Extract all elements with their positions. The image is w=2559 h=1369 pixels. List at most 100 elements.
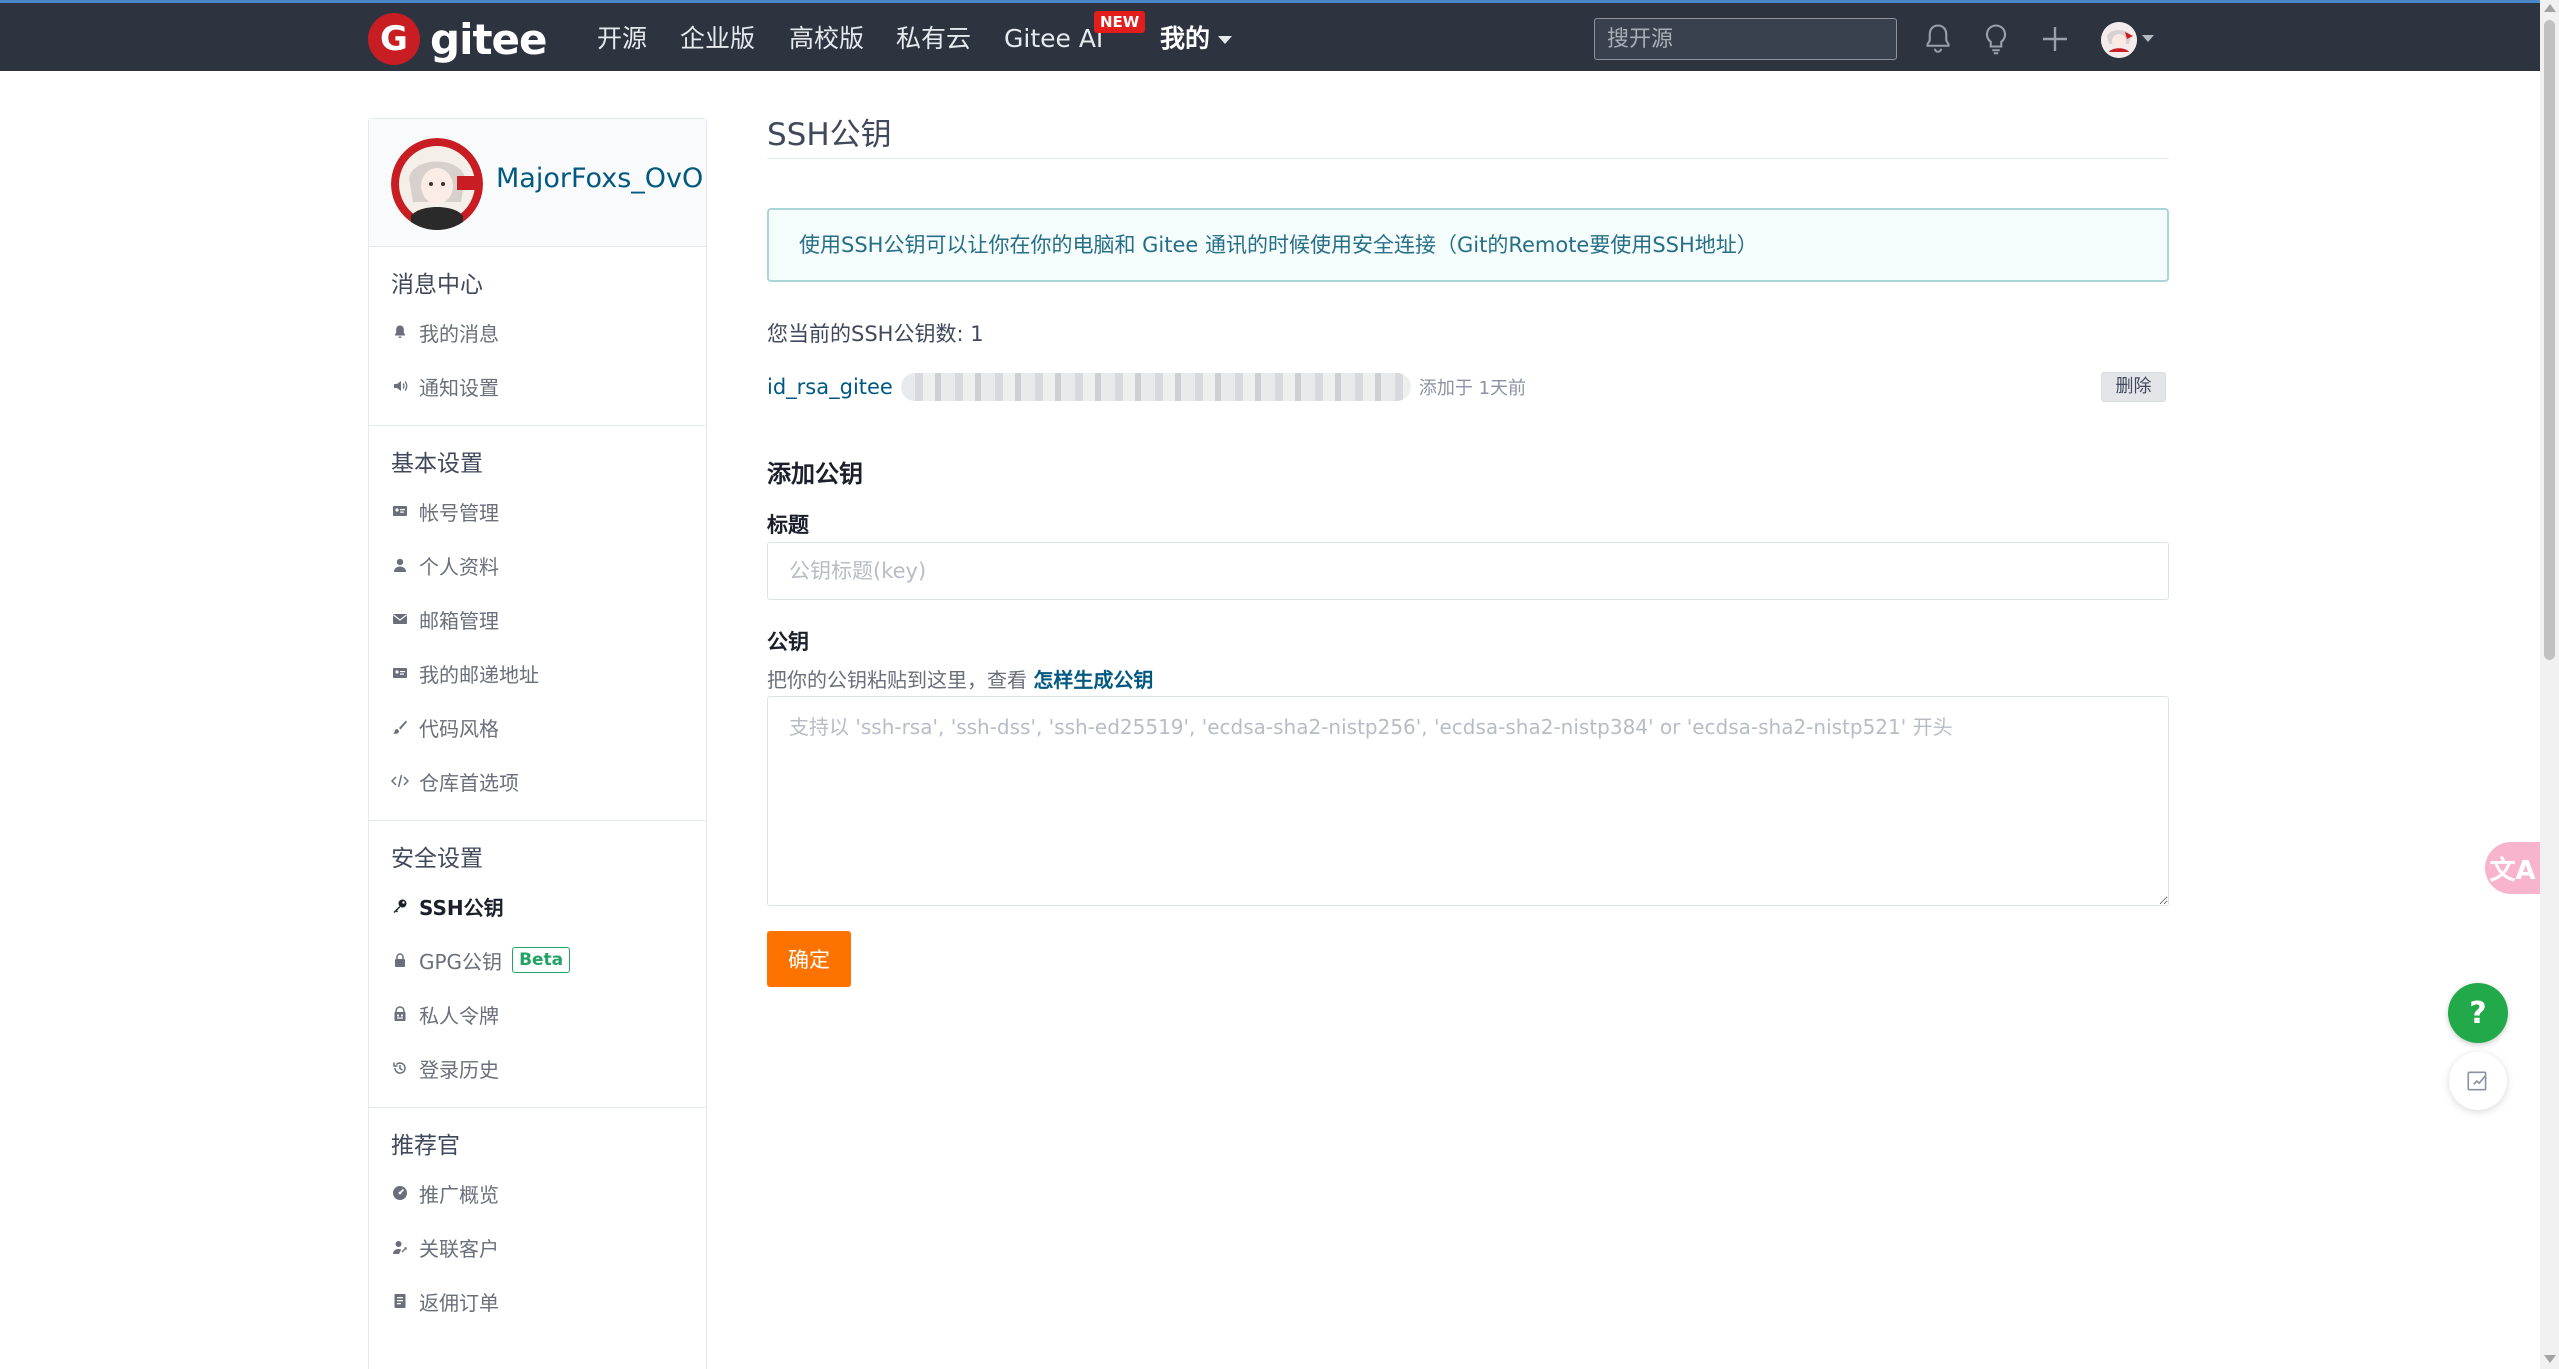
sidebar-item-login-history[interactable]: 登录历史 <box>369 1041 706 1095</box>
ssh-key-added-time: 添加于 1天前 <box>1418 378 1527 399</box>
sidebar-section-title: 消息中心 <box>391 272 483 298</box>
profile-card: MajorFoxs_OvO <box>369 119 706 247</box>
avatar-image-icon <box>2101 22 2137 58</box>
sidebar-item-linked-customers[interactable]: 关联客户 <box>369 1220 706 1274</box>
key-title-input[interactable] <box>767 542 2169 600</box>
public-key-hint: 把你的公钥粘贴到这里，查看 怎样生成公钥 <box>767 664 1153 693</box>
sidebar-item-label: GPG公钥 <box>419 949 503 974</box>
ssh-key-fingerprint-redacted <box>900 373 1411 401</box>
sidebar-section-title: 推荐官 <box>391 1133 460 1159</box>
sidebar-item-code-style[interactable]: 代码风格 <box>369 700 706 754</box>
sidebar-section-messages: 消息中心 我的消息 通知设置 <box>369 247 706 426</box>
nav-enterprise[interactable]: 企业版 <box>680 21 755 57</box>
sidebar-item-label: SSH公钥 <box>419 895 504 920</box>
sidebar-item-email[interactable]: 邮箱管理 <box>369 592 706 646</box>
title-divider <box>767 158 2169 159</box>
public-key-hint-text: 把你的公钥粘贴到这里，查看 <box>767 668 1034 692</box>
user-avatar-nav[interactable] <box>2101 22 2137 58</box>
ssh-key-row: id_rsa_gitee 添加于 1天前 删除 <box>767 370 2169 404</box>
sidebar-section-basic: 基本设置 帐号管理 个人资料 邮箱管理 我的邮递地址 代码风格 仓库首选项 <box>369 426 706 821</box>
new-badge: NEW <box>1094 11 1146 33</box>
avatar[interactable] <box>391 138 483 230</box>
token-icon <box>391 1005 409 1023</box>
sidebar-item-label: 邮箱管理 <box>419 608 499 633</box>
page-scrollbar[interactable] <box>2540 0 2559 1369</box>
sidebar-item-gpg-keys[interactable]: GPG公钥 Beta <box>369 933 706 987</box>
key-title-label: 标题 <box>767 513 809 537</box>
id-card-icon <box>391 502 409 520</box>
volume-icon <box>391 377 409 395</box>
user-link-icon <box>391 1238 409 1256</box>
scroll-thumb[interactable] <box>2544 20 2555 660</box>
sidebar-item-label: 关联客户 <box>419 1236 499 1261</box>
sidebar-item-ssh-keys[interactable]: SSH公钥 <box>369 879 706 933</box>
plus-icon[interactable] <box>2037 21 2073 57</box>
bell-icon[interactable] <box>1920 21 1956 57</box>
scroll-up-arrow-icon[interactable] <box>2544 4 2556 12</box>
avatar-chevron-down-icon[interactable] <box>2142 35 2154 42</box>
sidebar-item-label: 推广概览 <box>419 1182 499 1207</box>
sidebar-item-profile[interactable]: 个人资料 <box>369 538 706 592</box>
sidebar-item-label: 我的邮递地址 <box>419 662 539 687</box>
page-title: SSH公钥 <box>767 117 892 153</box>
gitee-logo[interactable]: G gitee <box>368 13 548 65</box>
edit-feedback-icon <box>2467 1071 2487 1091</box>
code-icon <box>391 772 409 790</box>
confirm-button[interactable]: 确定 <box>767 931 851 987</box>
avatar-image-icon <box>391 138 483 230</box>
main-content: SSH公钥 使用SSH公钥可以让你在你的电脑和 Gitee 通讯的时候使用安全连… <box>767 112 2169 987</box>
nav-private-cloud[interactable]: 私有云 <box>896 21 971 57</box>
public-key-label: 公钥 <box>767 630 809 654</box>
nav-education[interactable]: 高校版 <box>789 21 864 57</box>
key-icon <box>391 897 409 915</box>
user-icon <box>391 556 409 574</box>
settings-sidebar: MajorFoxs_OvO 消息中心 我的消息 通知设置 基本设置 帐号管理 个… <box>368 118 707 1369</box>
sidebar-item-label: 我的消息 <box>419 321 499 346</box>
sidebar-item-address[interactable]: 我的邮递地址 <box>369 646 706 700</box>
sidebar-item-commission-orders[interactable]: 返佣订单 <box>369 1274 706 1328</box>
sidebar-item-repo-preferences[interactable]: 仓库首选项 <box>369 754 706 808</box>
sidebar-item-promotion-overview[interactable]: 推广概览 <box>369 1166 706 1220</box>
scroll-down-arrow-icon[interactable] <box>2544 1355 2556 1363</box>
profile-username[interactable]: MajorFoxs_OvO <box>496 163 703 194</box>
sidebar-item-label: 私人令牌 <box>419 1003 499 1028</box>
address-card-icon <box>391 664 409 682</box>
gitee-logo-text: gitee <box>430 14 548 64</box>
bell-icon <box>391 323 409 341</box>
sidebar-section-title: 基本设置 <box>391 451 483 477</box>
sidebar-item-label: 返佣订单 <box>419 1290 499 1315</box>
nav-mine-label: 我的 <box>1160 24 1211 53</box>
how-to-generate-key-link[interactable]: 怎样生成公钥 <box>1033 668 1153 692</box>
sidebar-item-label: 仓库首选项 <box>419 770 519 795</box>
feedback-button[interactable] <box>2449 1052 2507 1110</box>
sidebar-item-label: 通知设置 <box>419 375 499 400</box>
chevron-down-icon <box>1218 36 1233 44</box>
beta-badge: Beta <box>512 947 571 973</box>
gitee-logo-mark: G <box>368 13 420 65</box>
sidebar-item-label: 代码风格 <box>419 716 499 741</box>
sidebar-section-title: 安全设置 <box>391 846 483 872</box>
sidebar-item-private-tokens[interactable]: 私人令牌 <box>369 987 706 1041</box>
nav-open-source[interactable]: 开源 <box>597 21 647 57</box>
order-icon <box>391 1292 409 1310</box>
lightbulb-icon[interactable] <box>1978 21 2014 57</box>
help-button[interactable]: ? <box>2448 983 2508 1043</box>
nav-gitee-ai[interactable]: Gitee AI <box>1004 21 1103 57</box>
translate-button[interactable]: 文A <box>2485 842 2540 894</box>
search-input[interactable] <box>1594 18 1897 60</box>
delete-key-button[interactable]: 删除 <box>2101 372 2166 402</box>
nav-mine-dropdown[interactable]: 我的 <box>1160 21 1233 57</box>
mail-icon <box>391 610 409 628</box>
public-key-textarea[interactable] <box>767 696 2169 906</box>
sidebar-item-my-messages[interactable]: 我的消息 <box>369 305 706 359</box>
sidebar-item-notification-settings[interactable]: 通知设置 <box>369 359 706 413</box>
sidebar-section-security: 安全设置 SSH公钥 GPG公钥 Beta 私人令牌 登录历史 <box>369 821 706 1108</box>
sidebar-item-account[interactable]: 帐号管理 <box>369 484 706 538</box>
ssh-key-name[interactable]: id_rsa_gitee <box>767 375 893 399</box>
top-navbar: G gitee 开源 企业版 高校版 私有云 Gitee AI NEW 我的 <box>0 0 2540 71</box>
info-alert: 使用SSH公钥可以让你在你的电脑和 Gitee 通讯的时候使用安全连接（Git的… <box>767 208 2169 282</box>
lock-icon <box>391 951 409 969</box>
add-key-heading: 添加公钥 <box>767 460 863 488</box>
sidebar-item-label: 登录历史 <box>419 1057 499 1082</box>
sidebar-section-referral: 推荐官 推广概览 关联客户 返佣订单 <box>369 1108 706 1340</box>
